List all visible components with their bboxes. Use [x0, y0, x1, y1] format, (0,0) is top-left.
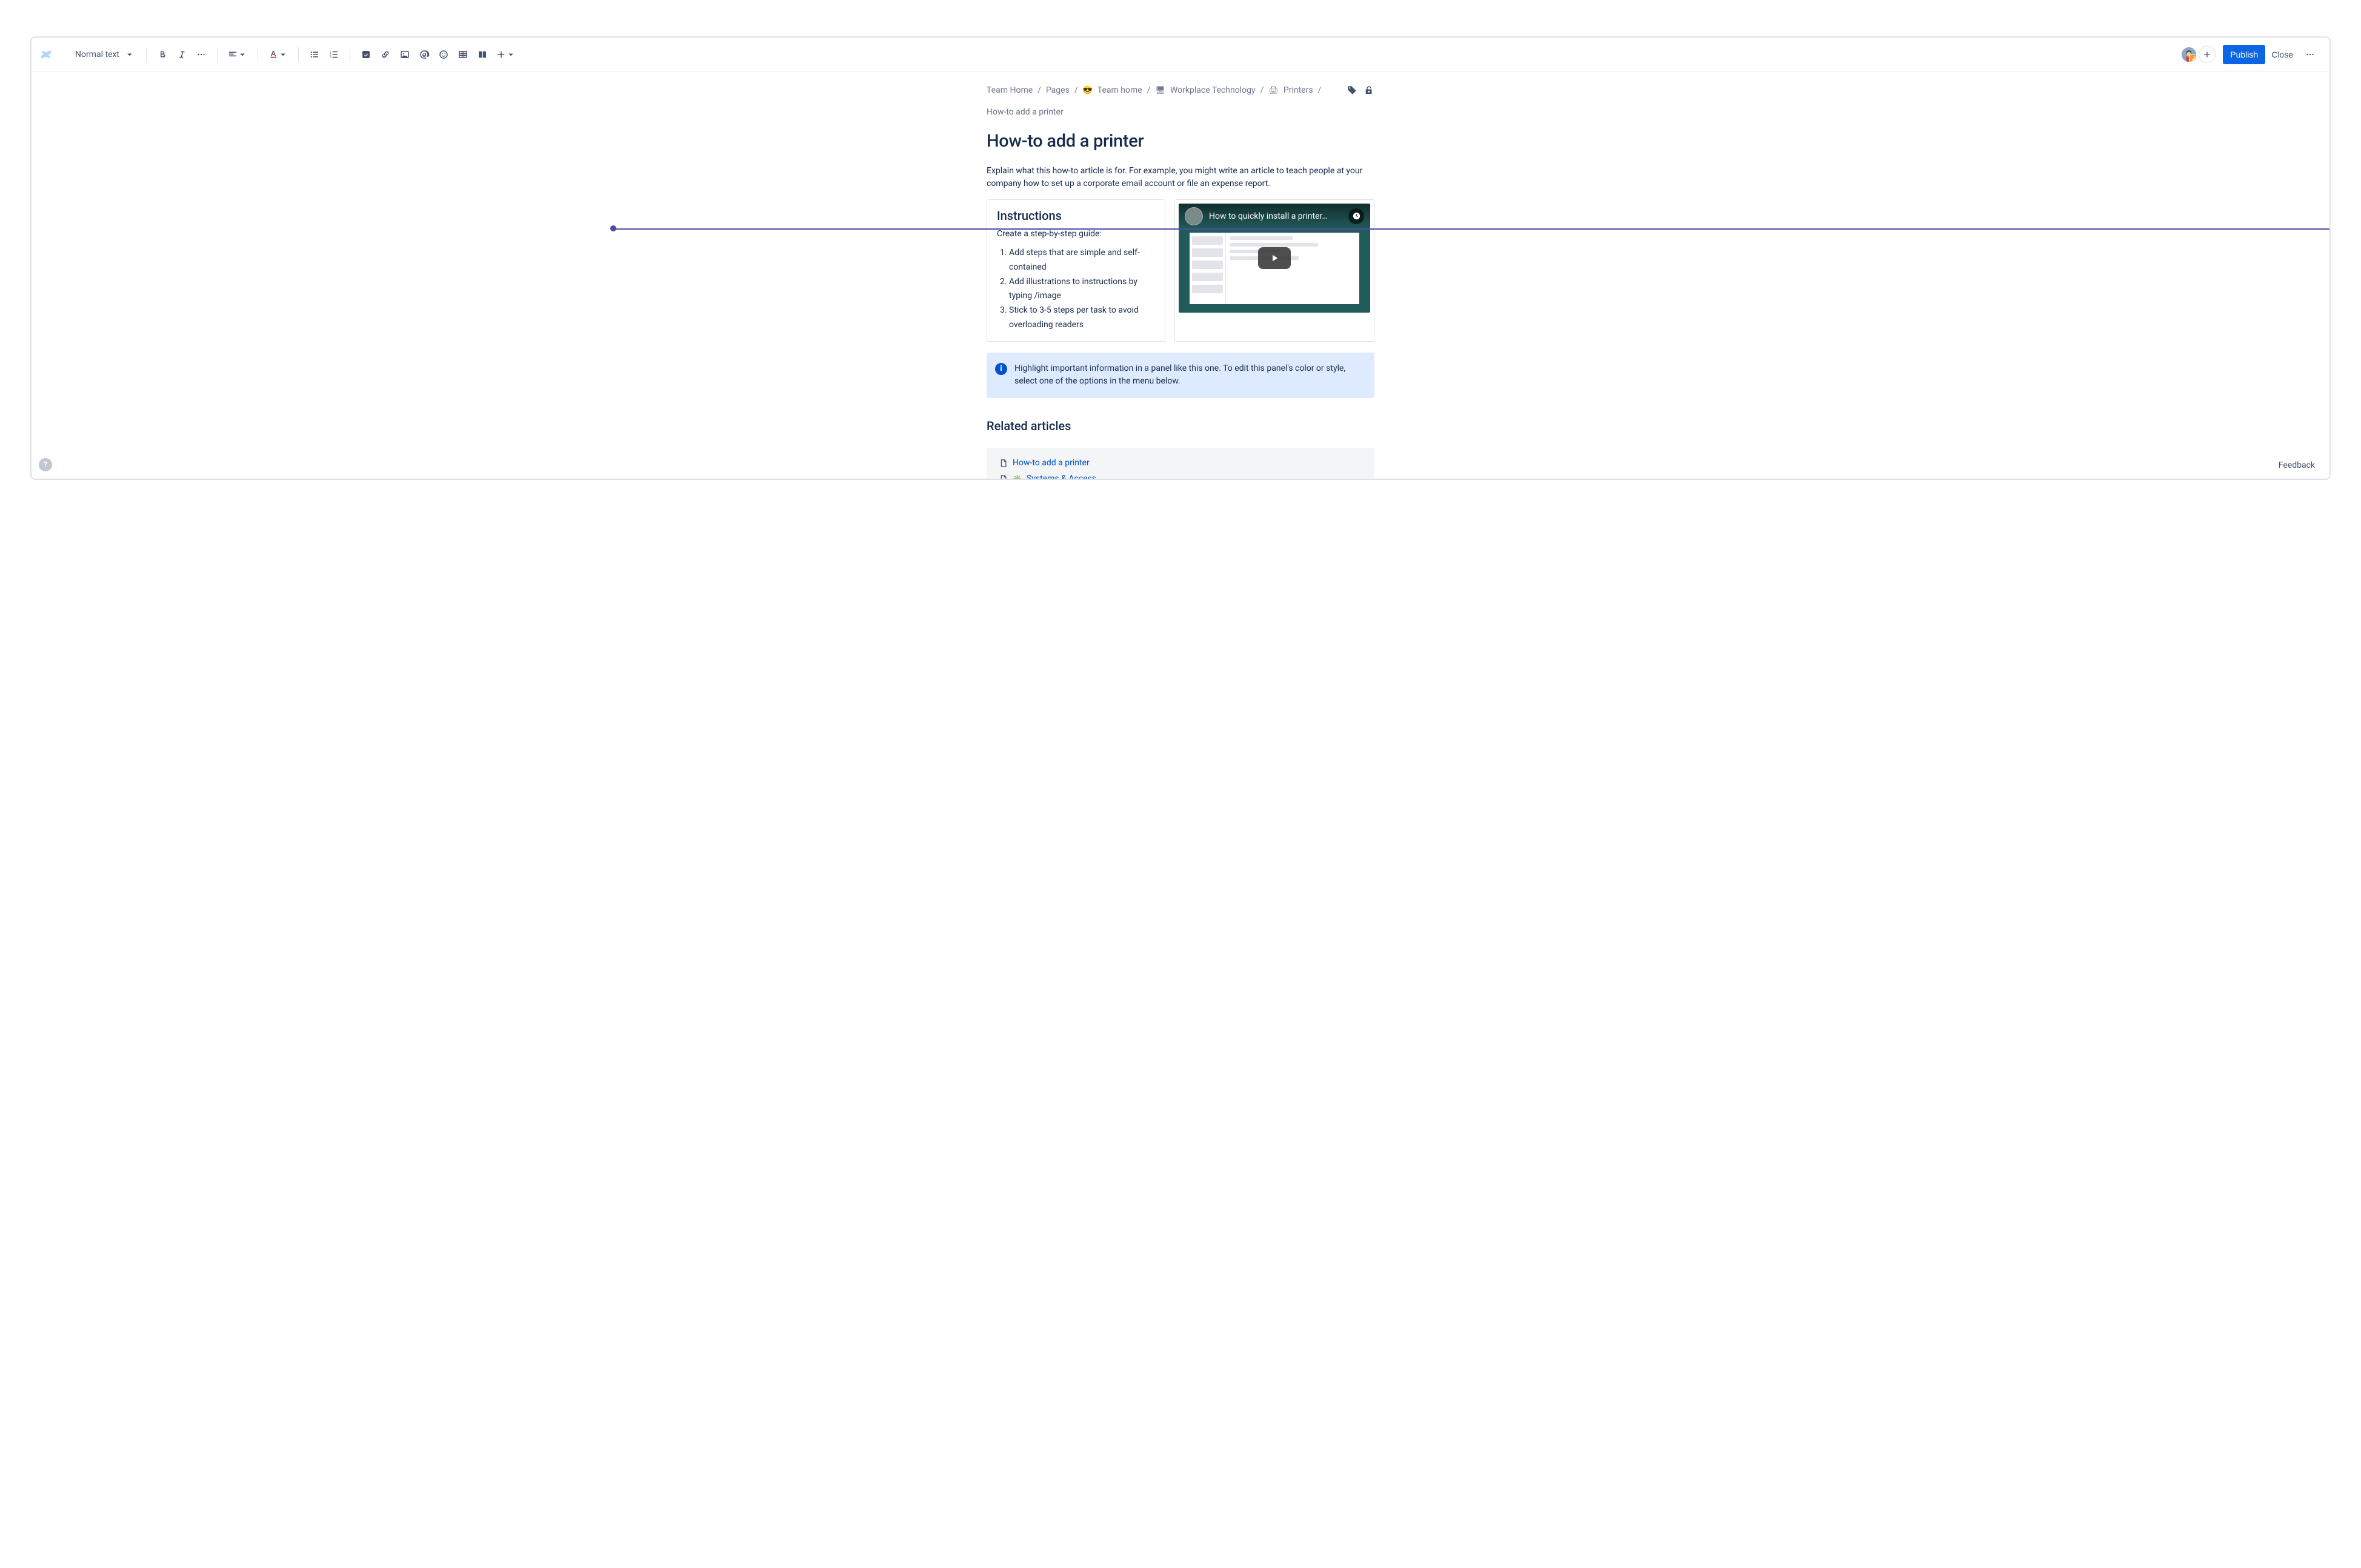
restrictions-button[interactable] — [1364, 85, 1374, 96]
user-avatar[interactable]: J — [2180, 46, 2197, 63]
play-icon — [1269, 253, 1280, 264]
breadcrumb-item[interactable]: Workplace Technology — [1170, 84, 1256, 98]
related-item: ✳️ Systems & Access — [996, 471, 1365, 479]
image-button[interactable] — [395, 45, 415, 64]
related-item: How-to add a printer — [996, 455, 1365, 471]
italic-button[interactable] — [172, 45, 191, 64]
text-color-dropdown[interactable] — [264, 45, 292, 64]
table-button[interactable] — [453, 45, 473, 64]
related-heading[interactable]: Related articles — [987, 419, 1374, 433]
watch-later-icon[interactable] — [1348, 208, 1364, 224]
related-link[interactable]: How-to add a printer — [1013, 458, 1090, 468]
instruction-step: Add steps that are simple and self-conta… — [1009, 246, 1155, 275]
instructions-subheading: Create a step-by-step guide: — [997, 229, 1155, 239]
play-button[interactable] — [1258, 247, 1291, 269]
insert-dropdown[interactable] — [492, 45, 520, 64]
chevron-down-icon — [124, 49, 135, 60]
breadcrumb-emoji: 🖨 — [1268, 84, 1279, 98]
add-collaborator-button[interactable] — [2199, 46, 2216, 63]
publish-button[interactable]: Publish — [2223, 45, 2265, 64]
breadcrumb-current: How-to add a printer — [987, 105, 1064, 120]
editor-content[interactable]: Team Home/ Pages/ 😎 Team home/ 🖥 Workpla… — [950, 71, 1411, 479]
video-card[interactable]: How to quickly install a printer… — [1174, 199, 1374, 342]
action-item-button[interactable] — [356, 45, 376, 64]
page-icon — [999, 474, 1008, 479]
info-panel-text: Highlight important information in a pan… — [1014, 364, 1345, 387]
instructions-card[interactable]: Instructions Create a step-by-step guide… — [987, 199, 1165, 342]
more-actions-button[interactable] — [2300, 45, 2320, 64]
related-emoji: ✳️ — [1013, 474, 1022, 479]
breadcrumb-item[interactable]: Team Home — [987, 84, 1033, 98]
page-icon — [999, 459, 1008, 468]
link-button[interactable] — [376, 45, 395, 64]
align-dropdown[interactable] — [224, 45, 251, 64]
help-button[interactable]: ? — [39, 458, 52, 471]
close-button[interactable]: Close — [2265, 45, 2299, 64]
confluence-logo-icon — [39, 47, 53, 62]
emoji-button[interactable] — [434, 45, 453, 64]
more-formatting-button[interactable] — [191, 45, 211, 64]
svg-text:3: 3 — [330, 55, 331, 59]
info-icon: i — [995, 363, 1007, 375]
info-panel[interactable]: i Highlight important information in a p… — [987, 353, 1374, 398]
chevron-down-icon — [278, 49, 288, 60]
page-title[interactable]: How-to add a printer — [987, 131, 1374, 151]
instruction-step: Stick to 3-5 steps per task to avoid ove… — [1009, 304, 1155, 333]
toolbar-separator — [217, 47, 218, 62]
bold-button[interactable] — [153, 45, 172, 64]
chevron-down-icon — [505, 49, 516, 60]
related-articles-list: How-to add a printer ✳️ Systems & Access… — [987, 448, 1374, 479]
breadcrumb-item[interactable]: Printers — [1284, 84, 1313, 98]
toolbar-separator — [146, 47, 147, 62]
video-title: How to quickly install a printer… — [1209, 211, 1342, 221]
instructions-steps: Add steps that are simple and self-conta… — [997, 246, 1155, 333]
editor-window: Normal text — [30, 36, 2331, 480]
bullet-list-button[interactable] — [305, 45, 324, 64]
collaborator-avatars: J — [2184, 46, 2197, 63]
breadcrumb-item[interactable]: Team home — [1097, 84, 1142, 98]
labels-button[interactable] — [1347, 85, 1357, 96]
layouts-button[interactable] — [473, 45, 492, 64]
text-style-dropdown[interactable]: Normal text — [70, 45, 140, 64]
numbered-list-button[interactable]: 123 — [324, 45, 344, 64]
breadcrumb-item[interactable]: Pages — [1046, 84, 1070, 98]
breadcrumb: Team Home/ Pages/ 😎 Team home/ 🖥 Workpla… — [987, 84, 1347, 120]
plus-icon — [2202, 50, 2212, 59]
chevron-down-icon — [237, 49, 248, 60]
text-style-label: Normal text — [75, 50, 119, 59]
instructions-heading: Instructions — [997, 208, 1155, 223]
feedback-link[interactable]: Feedback — [2279, 460, 2315, 470]
intro-paragraph[interactable]: Explain what this how-to article is for.… — [987, 165, 1374, 191]
mention-button[interactable] — [415, 45, 434, 64]
video-channel-avatar — [1185, 207, 1203, 225]
avatar-badge: J — [2189, 55, 2197, 63]
breadcrumb-emoji: 🖥 — [1155, 84, 1165, 98]
editor-toolbar: Normal text — [32, 38, 2329, 71]
breadcrumb-emoji: 😎 — [1083, 84, 1093, 98]
instruction-step: Add illustrations to instructions by typ… — [1009, 275, 1155, 304]
video-embed[interactable]: How to quickly install a printer… — [1179, 204, 1370, 313]
related-link[interactable]: Systems & Access — [1027, 474, 1096, 479]
editor-scroll-area[interactable]: Team Home/ Pages/ 😎 Team home/ 🖥 Workpla… — [32, 71, 2329, 479]
toolbar-separator — [298, 47, 299, 62]
